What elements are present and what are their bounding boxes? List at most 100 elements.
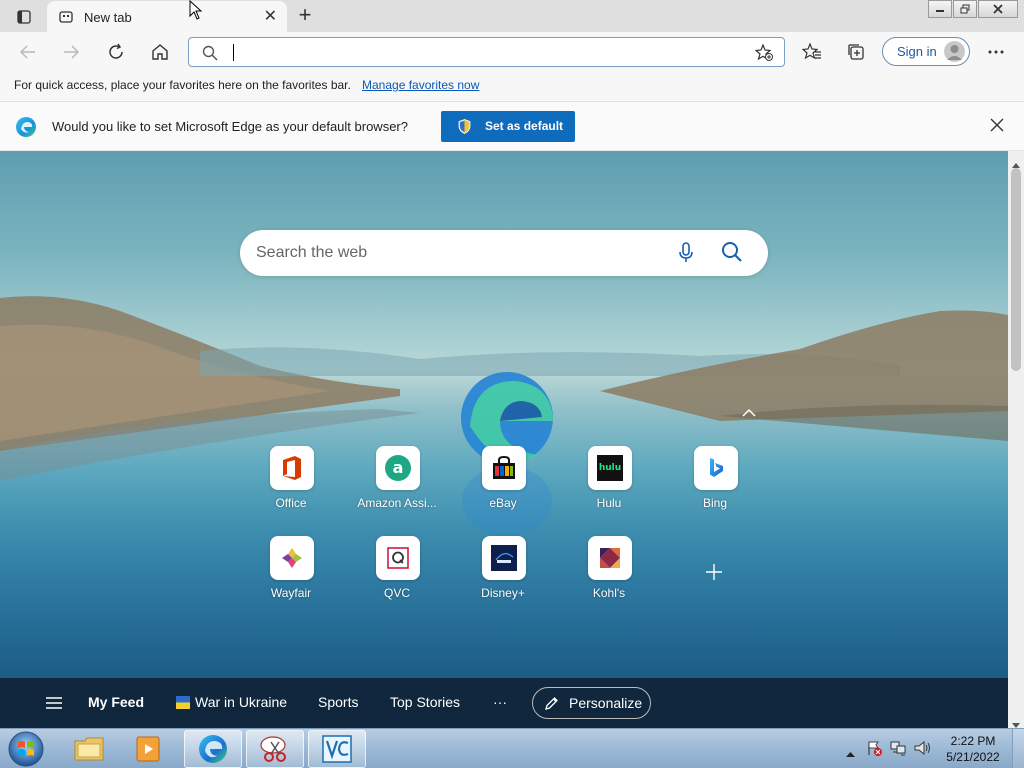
pencil-icon — [544, 696, 559, 716]
new-tab-icon — [59, 10, 73, 29]
close-window-button[interactable] — [978, 0, 1018, 18]
tab-new-tab[interactable]: New tab ✕ — [47, 1, 287, 32]
vc-app-icon — [322, 735, 352, 763]
clock-date: 5/21/2022 — [946, 750, 1000, 764]
taskbar-snipping-tool[interactable] — [246, 730, 304, 768]
tab-close-icon[interactable]: ✕ — [264, 9, 277, 25]
title-bar: New tab ✕ + — [0, 0, 1024, 32]
quicklink-amazon-assistant[interactable]: a Amazon Assi... — [352, 446, 442, 516]
mouse-cursor-icon — [189, 0, 203, 20]
restore-button[interactable] — [953, 0, 977, 18]
collections-icon[interactable] — [842, 38, 870, 66]
more-options-icon[interactable] — [982, 38, 1010, 66]
edge-logo-icon — [15, 116, 37, 143]
feed-navigation-bar: My Feed War in Ukraine Sports Top Storie… — [0, 678, 1008, 728]
search-icon — [202, 45, 218, 66]
edge-icon — [199, 735, 227, 763]
clock-time: 2:22 PM — [950, 734, 996, 748]
svg-text:a: a — [393, 458, 404, 477]
forward-icon[interactable] — [57, 38, 85, 66]
add-quicklink-icon[interactable] — [705, 563, 723, 586]
show-desktop-button[interactable] — [1012, 729, 1024, 768]
set-as-default-button[interactable]: Set as default — [441, 111, 575, 142]
close-infobar-icon[interactable] — [990, 118, 1004, 137]
minimize-button[interactable] — [928, 0, 952, 18]
hulu-icon: hulu — [588, 446, 632, 490]
action-center-flag-icon[interactable] — [866, 740, 882, 761]
folder-icon — [74, 737, 104, 761]
address-bar-input[interactable] — [188, 37, 785, 67]
personalize-label: Personalize — [569, 695, 643, 711]
refresh-icon[interactable] — [102, 38, 130, 66]
volume-icon[interactable] — [914, 740, 932, 761]
quicklink-label: Disney+ — [481, 586, 525, 600]
quicklink-label: QVC — [383, 586, 410, 600]
feed-tab-war-in-ukraine[interactable]: War in Ukraine — [195, 694, 287, 710]
wayfair-icon — [270, 536, 314, 580]
disney-icon — [482, 536, 526, 580]
new-tab-page: Search the web Office a Amazon Assi... e… — [0, 151, 1008, 728]
scrollbar-thumb[interactable] — [1011, 168, 1021, 371]
browser-toolbar: Sign in — [0, 32, 1024, 72]
quicklink-label: eBay — [489, 496, 517, 510]
page-scrollbar[interactable] — [1008, 151, 1024, 728]
back-icon[interactable] — [14, 38, 42, 66]
network-icon[interactable] — [890, 740, 908, 761]
quicklink-label: Hulu — [596, 496, 622, 510]
quicklink-hulu[interactable]: hulu Hulu — [564, 446, 654, 516]
feed-tab-my-feed[interactable]: My Feed — [88, 694, 144, 710]
scissors-icon — [260, 736, 286, 762]
kohls-icon — [588, 536, 632, 580]
favorites-bar-hint: For quick access, place your favorites h… — [14, 78, 351, 92]
search-submit-icon[interactable] — [721, 241, 743, 268]
windows-taskbar: 2:22 PM 5/21/2022 — [0, 728, 1024, 768]
tab-title: New tab — [84, 10, 132, 25]
office-icon — [270, 446, 314, 490]
feed-tab-sports[interactable]: Sports — [318, 694, 358, 710]
hamburger-menu-icon[interactable] — [45, 696, 63, 715]
sign-in-label: Sign in — [897, 44, 937, 59]
personalize-button[interactable]: Personalize — [532, 687, 651, 719]
quicklink-bing[interactable]: Bing — [670, 446, 760, 516]
feed-tab-top-stories[interactable]: Top Stories — [390, 694, 460, 710]
home-icon[interactable] — [146, 38, 174, 66]
ukraine-flag-icon — [176, 696, 190, 714]
manage-favorites-link[interactable]: Manage favorites now — [362, 78, 479, 92]
shield-icon — [458, 119, 471, 139]
quicklink-kohls[interactable]: Kohl's — [564, 536, 654, 606]
add-favorite-icon[interactable] — [754, 43, 774, 67]
qvc-icon — [376, 536, 420, 580]
quicklink-ebay[interactable]: eBay — [458, 446, 548, 516]
media-player-icon — [136, 736, 160, 762]
new-tab-button[interactable]: + — [292, 4, 318, 28]
default-browser-message: Would you like to set Microsoft Edge as … — [52, 119, 408, 134]
quicklink-label: Amazon Assi... — [357, 496, 437, 510]
sign-in-button[interactable]: Sign in — [882, 37, 970, 66]
windows-logo-icon — [8, 731, 44, 767]
web-search-box[interactable]: Search the web — [240, 230, 768, 276]
taskbar-vc-app[interactable] — [308, 730, 366, 768]
quicklink-qvc[interactable]: QVC — [352, 536, 442, 606]
taskbar-clock[interactable]: 2:22 PM 5/21/2022 — [940, 733, 1006, 765]
favorites-icon[interactable] — [798, 38, 826, 66]
bing-icon — [694, 446, 738, 490]
quicklink-disney-plus[interactable]: Disney+ — [458, 536, 548, 606]
tab-actions-menu-icon[interactable] — [10, 6, 38, 28]
show-hidden-icons-icon[interactable] — [846, 744, 855, 762]
feed-more-button[interactable]: ··· — [493, 694, 507, 710]
quicklink-office[interactable]: Office — [246, 446, 336, 516]
quicklink-wayfair[interactable]: Wayfair — [246, 536, 336, 606]
quicklink-label: Office — [275, 496, 307, 510]
avatar-icon — [944, 41, 965, 62]
quicklink-label: Bing — [702, 496, 728, 510]
taskbar-microsoft-edge[interactable] — [184, 730, 242, 768]
search-placeholder: Search the web — [256, 244, 368, 261]
amazon-icon: a — [376, 446, 420, 490]
set-as-default-label: Set as default — [485, 119, 564, 133]
start-button[interactable] — [6, 730, 46, 768]
taskbar-media-player[interactable] — [120, 730, 178, 768]
collapse-chevron-icon[interactable] — [742, 405, 756, 420]
quicklink-label: Kohl's — [592, 586, 626, 600]
microphone-icon[interactable] — [678, 242, 694, 269]
taskbar-file-explorer[interactable] — [60, 730, 118, 768]
